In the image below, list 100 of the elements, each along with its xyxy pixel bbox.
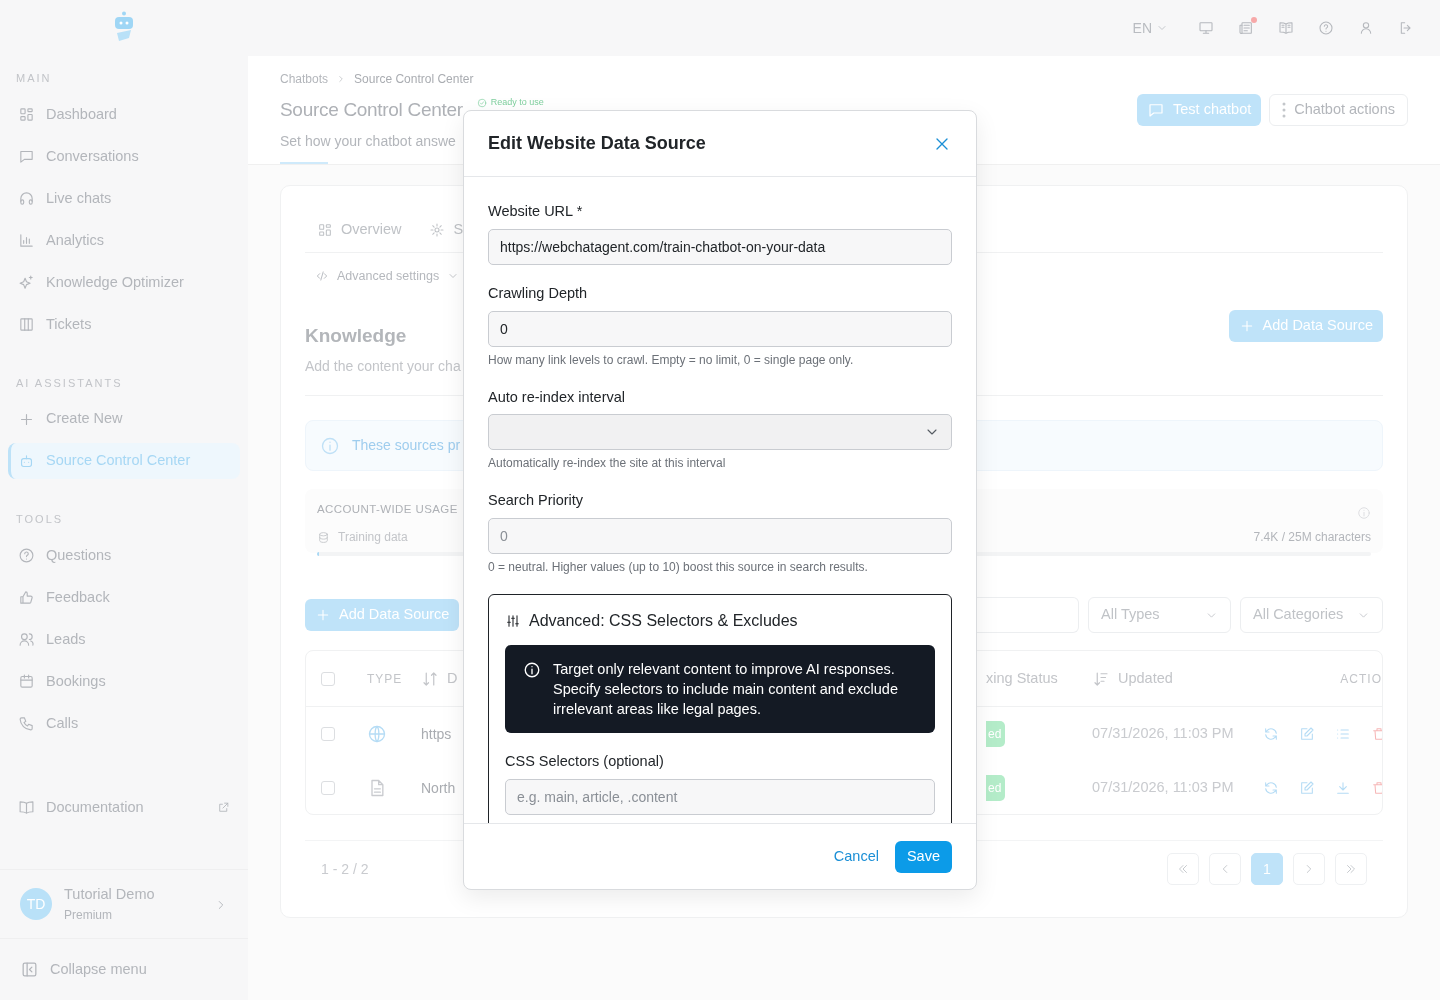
database-icon bbox=[317, 530, 330, 544]
cancel-button[interactable]: Cancel bbox=[833, 845, 879, 868]
sort-icon bbox=[421, 670, 439, 689]
search-field[interactable] bbox=[976, 597, 1079, 634]
save-button[interactable]: Save bbox=[894, 840, 952, 873]
field-label: Crawling Depth bbox=[488, 283, 589, 303]
status-label: Ready to use bbox=[476, 96, 544, 110]
trash-icon bbox=[1371, 780, 1382, 797]
advanced-settings-toggle[interactable]: Advanced settings bbox=[315, 267, 460, 286]
section-subtitle: Add the content your cha bbox=[305, 357, 461, 377]
page-title: Source Control Center bbox=[280, 98, 463, 122]
tab[interactable]: Overview bbox=[317, 210, 402, 252]
grid-icon bbox=[18, 106, 35, 123]
reindex-button[interactable] bbox=[1263, 726, 1279, 743]
page-button[interactable]: 1 bbox=[1251, 853, 1283, 886]
user-icon bbox=[1358, 20, 1374, 36]
select-all-checkbox[interactable] bbox=[321, 672, 335, 687]
info-icon bbox=[1357, 505, 1371, 520]
book-icon bbox=[1278, 20, 1294, 36]
row-checkbox[interactable] bbox=[321, 727, 335, 742]
sidebar-item[interactable]: Questions bbox=[8, 537, 240, 574]
usage-label: Training data bbox=[338, 529, 408, 547]
add-data-source-button[interactable]: Add Data Source bbox=[1228, 309, 1383, 342]
dialog-title: Edit Website Data Source bbox=[488, 132, 706, 155]
collapse-icon bbox=[20, 960, 39, 979]
robot-icon bbox=[18, 452, 35, 470]
download-icon bbox=[1335, 780, 1351, 797]
sidebar-item[interactable]: Calls bbox=[8, 705, 240, 742]
calendar-icon bbox=[18, 673, 35, 690]
thumbs-up-icon bbox=[18, 589, 35, 606]
breadcrumb-current: Source Control Center bbox=[354, 71, 474, 88]
sidebar-item[interactable]: Conversations bbox=[8, 138, 240, 175]
help-icon bbox=[1318, 20, 1334, 36]
code-icon bbox=[315, 269, 329, 284]
field-label: CSS Selectors (optional) bbox=[505, 752, 665, 771]
filter-dropdown[interactable]: All Categories bbox=[1240, 597, 1383, 634]
edit-button[interactable] bbox=[1299, 780, 1315, 797]
reindex-button[interactable] bbox=[1263, 780, 1279, 797]
section-title: Knowledge bbox=[305, 323, 408, 348]
sidebar-item[interactable]: Bookings bbox=[8, 663, 240, 700]
field-label: Search Priority bbox=[488, 491, 585, 511]
input-field[interactable]: 0 bbox=[488, 518, 952, 554]
documentation-link[interactable]: Documentation bbox=[8, 789, 240, 826]
sidebar-item[interactable]: Analytics bbox=[8, 222, 240, 259]
field-label: Auto re-index interval bbox=[488, 387, 626, 407]
usage-title: ACCOUNT-WIDE USAGE bbox=[317, 502, 458, 518]
gear-icon bbox=[429, 222, 446, 238]
add-data-source-button[interactable]: Add Data Source bbox=[305, 599, 460, 632]
trash-icon bbox=[1371, 726, 1382, 743]
sidebar-item[interactable]: Create New bbox=[8, 401, 240, 437]
sidebar-item[interactable]: Feedback bbox=[8, 579, 240, 616]
breadcrumb-link[interactable]: Chatbots bbox=[280, 70, 329, 88]
column-header: ACTIO bbox=[1340, 671, 1382, 689]
tab[interactable]: S bbox=[429, 210, 464, 252]
filter-dropdown[interactable]: All Types bbox=[1088, 597, 1231, 634]
notice-text: Target only relevant content to improve AI responses. Specify selectors to include main content and exclude irrelevant areas like legal pages. bbox=[553, 660, 899, 719]
input-field[interactable]: https://webchatagent.com/train-chatbot-on-your-data bbox=[488, 228, 952, 265]
phone-icon bbox=[18, 715, 35, 732]
sidebar-item[interactable]: Source Control Center bbox=[8, 443, 240, 479]
collapse-menu-button[interactable]: Collapse menu bbox=[10, 951, 238, 988]
sidebar-item[interactable]: Dashboard bbox=[8, 96, 240, 133]
row-checkbox[interactable] bbox=[321, 781, 335, 796]
sidebar-item[interactable]: Leads bbox=[8, 621, 240, 658]
page-subtitle: Set how your chatbot answe bbox=[280, 132, 456, 149]
edit-button[interactable] bbox=[1299, 726, 1315, 743]
column-header[interactable]: xing Status bbox=[986, 668, 1058, 691]
input-field[interactable]: e.g. main, article, .content bbox=[505, 778, 935, 815]
refresh-icon bbox=[1263, 780, 1279, 797]
sidebar-item[interactable]: Tickets bbox=[8, 306, 240, 343]
first-page-button[interactable] bbox=[1167, 853, 1199, 886]
language-selector[interactable]: EN bbox=[1132, 17, 1168, 39]
sidebar-item[interactable]: Live chats bbox=[8, 180, 240, 217]
refresh-icon bbox=[1263, 726, 1279, 743]
column-header: TYPE bbox=[367, 671, 403, 689]
test-chatbot-button[interactable]: Test chatbot bbox=[1137, 94, 1262, 126]
edit-icon bbox=[1299, 726, 1315, 743]
status-badge: ed bbox=[986, 775, 1006, 802]
avatar: TD bbox=[20, 888, 52, 921]
input-field[interactable]: 0 bbox=[488, 310, 952, 347]
last-page-button[interactable] bbox=[1335, 853, 1367, 886]
column-header[interactable]: Updated bbox=[1118, 668, 1173, 691]
advanced-title: Advanced: CSS Selectors & Excludes bbox=[529, 611, 798, 631]
next-page-button[interactable] bbox=[1293, 853, 1325, 886]
help-text: 0 = neutral. Higher values (up to 10) boost this source in search results. bbox=[488, 559, 869, 576]
source-name: North bbox=[421, 778, 456, 798]
sidebar-item[interactable]: Knowledge Optimizer bbox=[8, 264, 240, 301]
status-badge: ed bbox=[986, 721, 1006, 748]
chat-icon bbox=[1147, 101, 1166, 119]
previous-page-button[interactable] bbox=[1209, 853, 1241, 886]
book-icon bbox=[18, 799, 35, 816]
monitor-icon bbox=[1198, 20, 1214, 36]
edit-icon bbox=[1299, 780, 1315, 797]
more-icon bbox=[1282, 102, 1287, 118]
select-field[interactable] bbox=[488, 414, 952, 451]
newspaper-icon bbox=[1238, 20, 1254, 36]
info-icon bbox=[320, 436, 340, 457]
chart-icon bbox=[18, 232, 35, 249]
help-text: How many link levels to crawl. Empty = no limit, 0 = single page only. bbox=[488, 351, 855, 369]
actions-button[interactable]: Chatbot actions bbox=[1269, 94, 1408, 126]
column-header[interactable]: D bbox=[447, 668, 458, 691]
